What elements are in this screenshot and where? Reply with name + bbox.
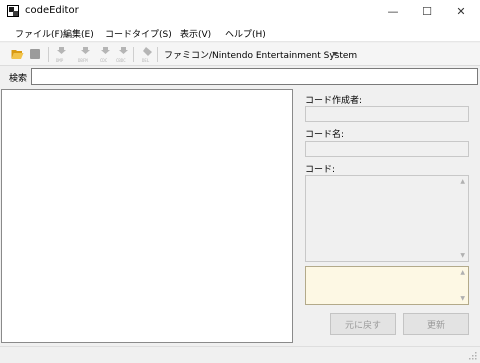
tool-dbfm-label: DBFM: [78, 58, 88, 63]
menu-bar: ファイル(F) 編集(E) コードタイプ(S) 表示(V) ヘルプ(H): [0, 22, 480, 42]
menu-help[interactable]: ヘルプ(H): [225, 27, 266, 40]
search-label: 検索: [9, 74, 28, 84]
download-icon: [81, 47, 90, 54]
download-icon: [119, 47, 128, 54]
tool-dmp-label: DMP: [56, 58, 64, 63]
minimize-button[interactable]: —: [376, 0, 410, 22]
tool-cbdc-label: CBDC: [116, 58, 126, 63]
menu-view[interactable]: 表示(V): [180, 27, 211, 40]
resize-grip-icon[interactable]: [469, 352, 477, 360]
code-name-label: コード名:: [305, 130, 345, 140]
folder-open-icon: [11, 50, 24, 59]
scroll-down-icon[interactable]: ▼: [460, 295, 465, 302]
toolbar: DMP DBFM CDC CBDC DEL ファミコン/Nintendo Ent…: [0, 43, 480, 66]
save-button[interactable]: [30, 49, 40, 59]
note-textarea[interactable]: ▲ ▼: [305, 266, 469, 305]
author-field[interactable]: [305, 106, 469, 122]
author-label: コード作成者:: [305, 96, 363, 106]
toolbar-separator: [157, 47, 158, 62]
revert-button[interactable]: 元に戻す: [330, 313, 396, 335]
maximize-icon: ☐: [422, 4, 432, 18]
code-label: コード:: [305, 165, 336, 175]
window-title: codeEditor: [25, 5, 79, 16]
chevron-down-icon[interactable]: [332, 52, 338, 56]
delete-label: DEL: [142, 58, 150, 63]
open-button[interactable]: [11, 48, 24, 63]
code-name-field[interactable]: [305, 141, 469, 157]
delete-icon: [143, 47, 152, 56]
menu-edit[interactable]: 編集(E): [63, 27, 94, 40]
close-button[interactable]: ✕: [444, 0, 478, 22]
download-icon: [101, 47, 110, 54]
platform-select[interactable]: ファミコン/Nintendo Entertainment System: [164, 48, 357, 61]
toolbar-separator: [48, 47, 49, 62]
scroll-up-icon[interactable]: ▲: [460, 269, 465, 276]
scroll-up-icon[interactable]: ▲: [460, 178, 465, 185]
status-bar: [0, 346, 480, 363]
download-icon: [57, 47, 66, 54]
menu-file[interactable]: ファイル(F): [15, 27, 63, 40]
toolbar-separator: [133, 47, 134, 62]
code-textarea[interactable]: ▲ ▼: [305, 175, 469, 262]
title-bar: codeEditor — ☐ ✕: [0, 0, 480, 22]
app-icon: [7, 5, 19, 17]
tool-cdc-label: CDC: [100, 58, 108, 63]
scroll-down-icon[interactable]: ▼: [460, 252, 465, 259]
close-icon: ✕: [456, 4, 466, 18]
update-button[interactable]: 更新: [403, 313, 469, 335]
menu-code-type[interactable]: コードタイプ(S): [105, 27, 172, 40]
minimize-icon: —: [387, 4, 399, 18]
maximize-button[interactable]: ☐: [410, 0, 444, 22]
search-input[interactable]: [31, 68, 478, 85]
code-list[interactable]: [1, 89, 293, 343]
